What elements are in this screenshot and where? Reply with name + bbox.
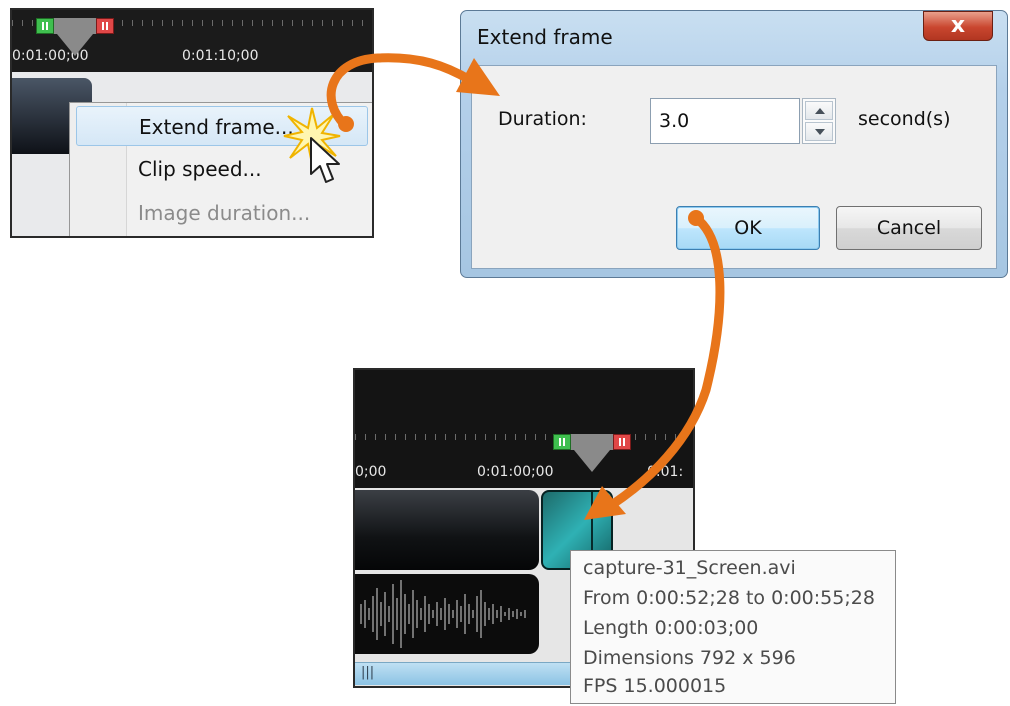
unit-label: second(s)	[858, 108, 951, 130]
ok-button[interactable]: OK	[676, 206, 820, 250]
waveform-icon	[360, 580, 526, 648]
dialog-title: Extend frame	[477, 25, 613, 49]
menu-item-image-duration: Image duration...	[138, 201, 311, 225]
extend-frame-dialog: Extend frame x Duration: 3.0 second(s) O…	[460, 10, 1008, 278]
scroll-grip-icon: |||	[361, 665, 375, 680]
tooltip-length: Length 0:00:03;00	[583, 617, 759, 639]
timeline-ruler[interactable]: 0:01:00;00 0:01:10;00	[12, 10, 372, 72]
tooltip-dimensions: Dimensions 792 x 596	[583, 647, 796, 669]
out-marker-icon[interactable]	[613, 434, 631, 450]
out-marker-icon[interactable]	[96, 18, 114, 34]
timecode-label: 0;00	[355, 464, 387, 480]
close-icon: x	[950, 13, 966, 38]
spin-down-icon[interactable]	[805, 122, 833, 141]
clip-info-tooltip: capture-31_Screen.avi From 0:00:52;28 to…	[570, 550, 896, 704]
audio-clip[interactable]	[355, 574, 539, 654]
playhead-icon[interactable]	[571, 434, 613, 450]
tooltip-filename: capture-31_Screen.avi	[583, 557, 796, 579]
ruler-ticks	[355, 424, 693, 440]
dialog-body: Duration: 3.0 second(s) OK Cancel	[471, 65, 997, 269]
in-marker-icon[interactable]	[36, 18, 54, 34]
playhead-icon[interactable]	[54, 18, 96, 34]
timecode-label: 0:01:10;00	[182, 48, 259, 64]
tooltip-range: From 0:00:52;28 to 0:00:55;28	[583, 587, 875, 609]
spin-up-icon[interactable]	[805, 101, 833, 120]
mouse-cursor-icon	[310, 137, 340, 183]
timecode-label: 0:01:00;00	[477, 464, 554, 480]
playhead-pointer	[57, 34, 93, 56]
in-marker-icon[interactable]	[553, 434, 571, 450]
tooltip-fps: FPS 15.000015	[583, 675, 727, 697]
timecode-label: 0:01:	[647, 464, 684, 480]
cancel-button[interactable]: Cancel	[836, 206, 982, 250]
duration-label: Duration:	[498, 108, 587, 130]
timeline-ruler[interactable]: 0;00 0:01:00;00 0:01:	[355, 370, 693, 488]
video-clip[interactable]	[355, 490, 539, 570]
duration-spinner	[802, 98, 836, 144]
playhead-pointer	[574, 450, 610, 472]
duration-input[interactable]: 3.0	[650, 98, 800, 144]
close-button[interactable]: x	[923, 11, 993, 41]
